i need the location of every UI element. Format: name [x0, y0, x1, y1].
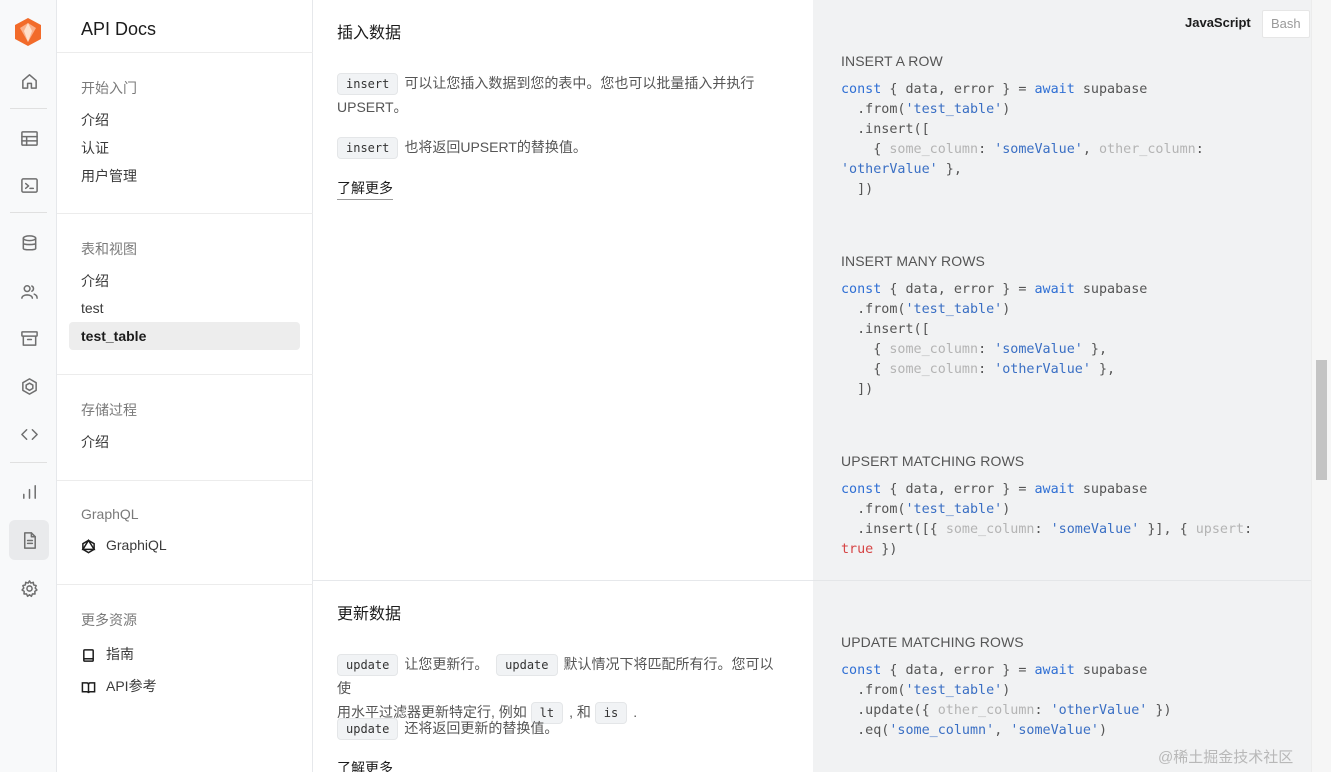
lang-tab-bash[interactable]: Bash: [1262, 10, 1310, 38]
settings-gear-icon[interactable]: [16, 575, 42, 601]
insert-return-note: insert 也将返回UPSERT的替换值。: [337, 135, 787, 159]
text: UPSERT。: [337, 99, 408, 115]
sidebar-item-api-reference[interactable]: API参考: [81, 676, 157, 696]
sidebar-divider: [57, 213, 313, 214]
supabase-logo-icon[interactable]: [14, 17, 42, 47]
sidebar-item-test-table[interactable]: test_table: [69, 322, 300, 350]
users-icon[interactable]: [16, 278, 42, 304]
sidebar-item-tables-intro[interactable]: 介绍: [81, 271, 109, 291]
update-learn-more-link[interactable]: 了解更多: [337, 758, 393, 772]
text: 让您更新行。: [404, 656, 489, 672]
update-return-note: update 还将返回更新的替换值。: [337, 716, 787, 740]
docs-sidebar: API Docs 开始入门 介绍 认证 用户管理 表和视图 介绍 test te…: [57, 0, 313, 772]
sidebar-item-rpc-intro[interactable]: 介绍: [81, 432, 109, 452]
inline-code: insert: [337, 73, 399, 95]
icon-rail: [0, 0, 57, 772]
update-description: update 让您更新行。 update 默认情况下将匹配所有行。您可以使 用水平过…: [337, 652, 787, 724]
sidebar-title: API Docs: [81, 19, 157, 39]
api-docs-icon[interactable]: [16, 527, 42, 553]
group-label-stored-procedures: 存储过程: [81, 402, 137, 418]
watermark: @稀土掘金技术社区: [1158, 749, 1294, 766]
sidebar-divider: [57, 584, 313, 585]
code-block-insert-many[interactable]: const { data, error } = await supabase .…: [841, 280, 1147, 400]
lang-tab-javascript[interactable]: JavaScript: [1177, 10, 1259, 38]
code-section-title: UPDATE MATCHING ROWS: [841, 634, 1024, 650]
code-section-title: UPSERT MATCHING ROWS: [841, 453, 1025, 469]
code-panel: JavaScript Bash INSERT A ROW const { dat…: [813, 0, 1311, 772]
rail-divider: [10, 212, 47, 213]
code-block-insert-row[interactable]: const { data, error } = await supabase .…: [841, 80, 1204, 200]
api-code-icon[interactable]: [16, 421, 42, 447]
sidebar-item-intro[interactable]: 介绍: [81, 110, 109, 130]
update-heading: 更新数据: [337, 606, 402, 623]
sidebar-item-graphiql[interactable]: GraphiQL: [81, 537, 167, 554]
text: 可以让您插入数据到您的表中。您也可以批量插入并执行: [404, 75, 755, 91]
reports-chart-icon[interactable]: [16, 478, 42, 504]
text: 还将返回更新的替换值。: [404, 720, 559, 736]
code-block-upsert[interactable]: const { data, error } = await supabase .…: [841, 480, 1252, 560]
code-block-update[interactable]: const { data, error } = await supabase .…: [841, 661, 1172, 741]
graphql-icon: [81, 538, 96, 554]
insert-description: insert 可以让您插入数据到您的表中。您也可以批量插入并执行 UPSERT。: [337, 71, 787, 119]
inline-code: update: [337, 718, 399, 740]
group-label-graphql: GraphQL: [81, 506, 139, 522]
edge-functions-icon[interactable]: [16, 373, 42, 399]
scrollbar-thumb[interactable]: [1316, 360, 1327, 480]
docs-content: 插入数据 insert 可以让您插入数据到您的表中。您也可以批量插入并执行 UPS…: [313, 0, 1313, 772]
book-icon: [81, 648, 96, 663]
sidebar-item-label: GraphiQL: [106, 537, 167, 553]
book-open-icon: [81, 680, 96, 695]
group-label-more-resources: 更多资源: [81, 612, 137, 628]
insert-learn-more-link[interactable]: 了解更多: [337, 178, 393, 200]
inline-code: insert: [337, 137, 399, 159]
sidebar-item-test[interactable]: test: [81, 300, 104, 316]
rail-divider: [10, 462, 47, 463]
sidebar-item-label: API参考: [106, 678, 157, 694]
code-section-title: INSERT MANY ROWS: [841, 253, 985, 269]
database-icon[interactable]: [16, 230, 42, 256]
group-label-tables-views: 表和视图: [81, 241, 137, 257]
inline-code: update: [496, 654, 558, 676]
inline-code: update: [337, 654, 399, 676]
insert-heading: 插入数据: [337, 25, 402, 42]
sidebar-item-auth[interactable]: 认证: [81, 138, 109, 158]
sidebar-item-label: 指南: [106, 646, 134, 662]
table-editor-icon[interactable]: [16, 125, 42, 151]
text: 也将返回UPSERT的替换值。: [404, 139, 587, 155]
code-section-title: INSERT A ROW: [841, 53, 943, 69]
sql-editor-icon[interactable]: [16, 172, 42, 198]
sidebar-divider: [57, 480, 313, 481]
sidebar-divider: [57, 374, 313, 375]
sidebar-divider: [57, 52, 313, 53]
sidebar-item-user-management[interactable]: 用户管理: [81, 166, 137, 186]
page-scrollbar[interactable]: [1311, 0, 1331, 772]
group-label-getting-started: 开始入门: [81, 80, 137, 96]
home-icon[interactable]: [16, 68, 42, 94]
sidebar-item-guides[interactable]: 指南: [81, 644, 134, 664]
rail-divider: [10, 108, 47, 109]
section-divider: [813, 580, 1311, 581]
storage-icon[interactable]: [16, 325, 42, 351]
